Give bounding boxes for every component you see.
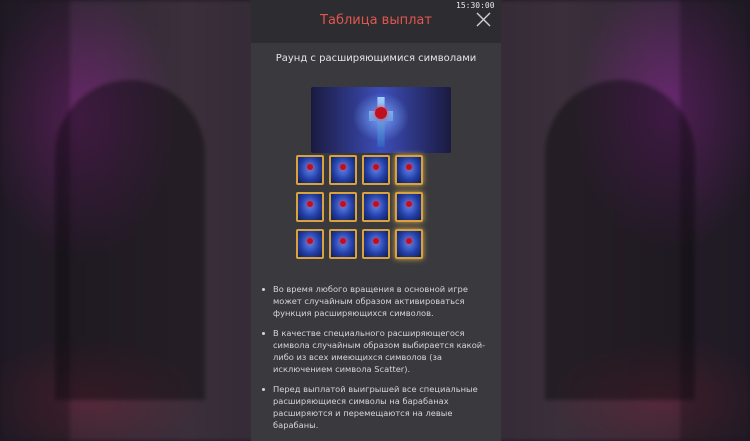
- rule-item: Во время любого вращения в основной игре…: [259, 283, 489, 319]
- cross-symbol: [329, 229, 357, 259]
- close-icon: [476, 12, 491, 27]
- clock: 15:30:00: [456, 1, 495, 10]
- cross-symbol: [395, 192, 423, 222]
- cross-symbol: [395, 229, 423, 259]
- cross-symbol: [296, 192, 324, 222]
- cross-symbol: [362, 192, 390, 222]
- cross-symbol: [362, 155, 390, 185]
- feature-banner-image: [311, 87, 451, 153]
- rule-item: В качестве специального расширяющегося с…: [259, 327, 489, 375]
- cross-symbol: [296, 229, 324, 259]
- cross-symbol: [296, 155, 324, 185]
- expanding-symbols-grid: [296, 155, 425, 259]
- section-title: Раунд с расширяющимися символами: [275, 53, 477, 64]
- close-button[interactable]: [476, 12, 491, 27]
- paytable-panel: Таблица выплат Раунд с расширяющимися си…: [251, 0, 501, 441]
- rule-item: Перед выплатой выигрышей все специальные…: [259, 383, 489, 431]
- cross-symbol: [395, 155, 423, 185]
- cross-symbol: [362, 229, 390, 259]
- rules-list: Во время любого вращения в основной игре…: [259, 283, 489, 439]
- cross-symbol: [329, 192, 357, 222]
- cross-symbol: [329, 155, 357, 185]
- panel-title: Таблица выплат: [320, 13, 432, 28]
